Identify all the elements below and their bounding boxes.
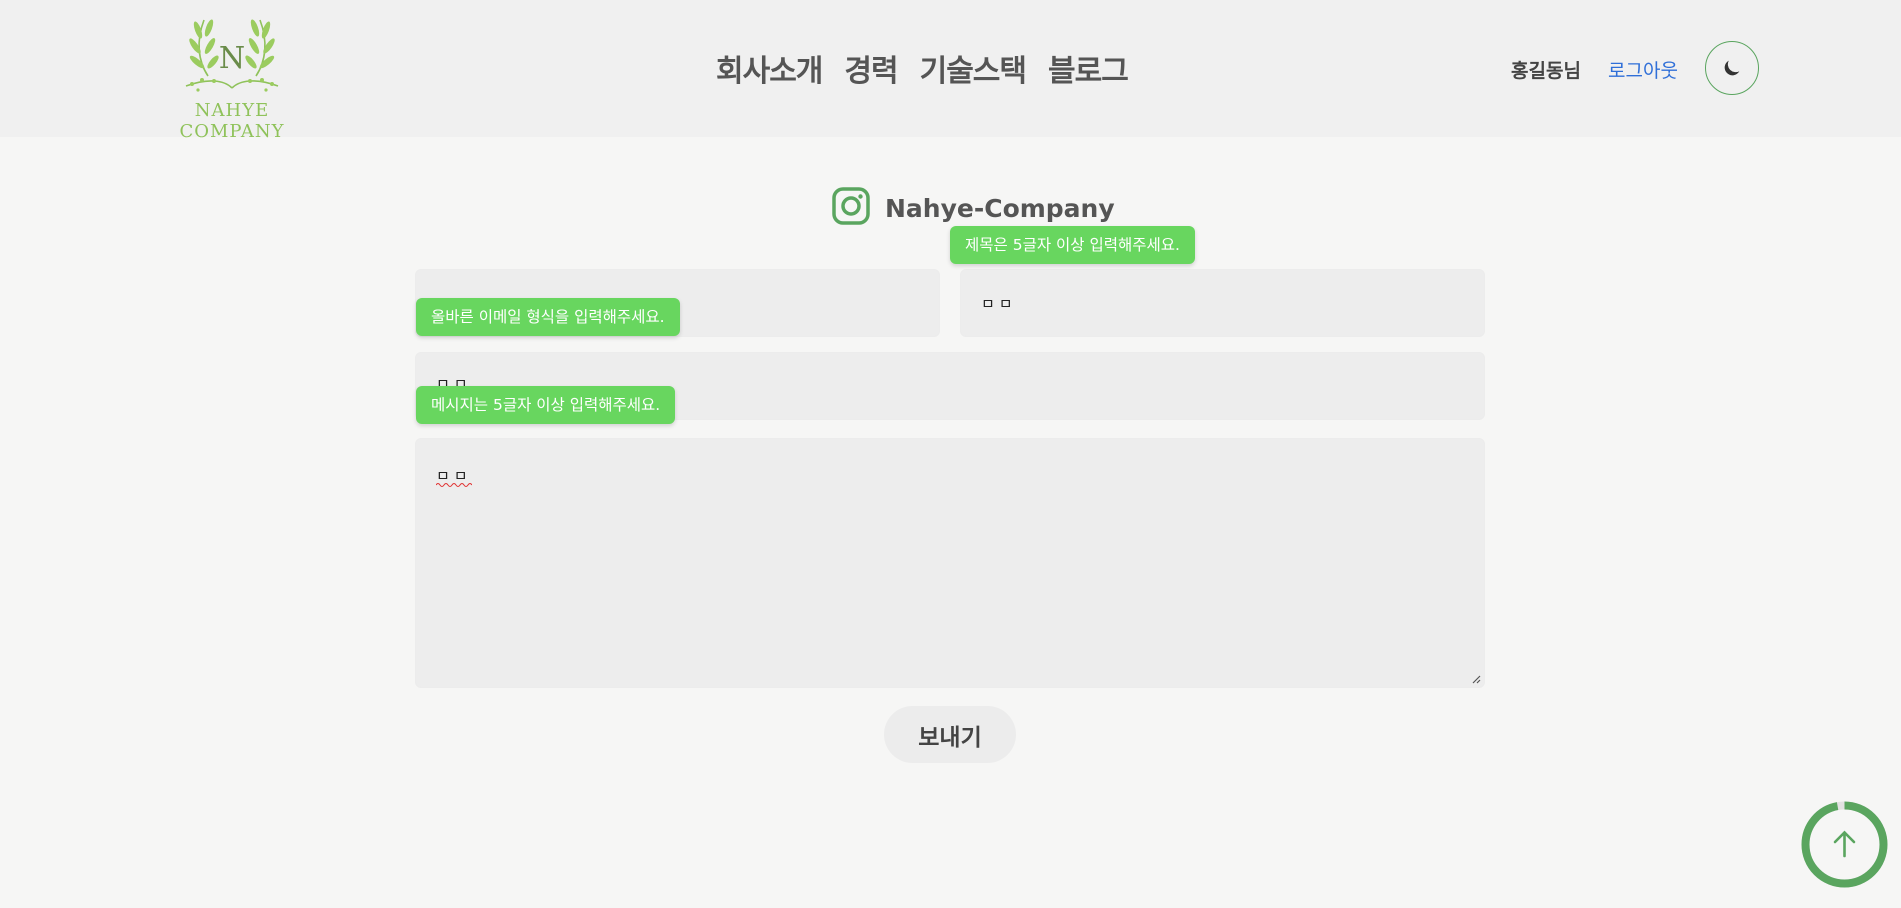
laurel-logo-icon: N xyxy=(185,19,279,92)
send-button[interactable]: 보내기 xyxy=(884,706,1016,763)
email-validation-tooltip: 올바른 이메일 형식을 입력해주세요. xyxy=(416,298,680,336)
instagram-link[interactable]: Nahye-Company xyxy=(831,186,1115,226)
nav-item-career[interactable]: 경력 xyxy=(844,46,898,90)
logo-letter: N xyxy=(219,41,245,76)
title-validation-tooltip: 제목은 5글자 이상 입력해주세요. xyxy=(950,226,1195,264)
moon-icon xyxy=(1724,60,1740,76)
logout-link[interactable]: 로그아웃 xyxy=(1608,56,1678,83)
instagram-handle: Nahye-Company xyxy=(885,193,1115,223)
resize-handle-icon[interactable] xyxy=(1471,674,1481,684)
nav-item-about[interactable]: 회사소개 xyxy=(716,46,823,90)
theme-toggle-button[interactable] xyxy=(1705,41,1759,95)
spellcheck-underline xyxy=(436,483,472,487)
title-value: ㅁㅁ xyxy=(981,295,1017,313)
scroll-to-top-button[interactable] xyxy=(1800,800,1889,889)
site-header: N NAHYE COMPANY 회사소개 경력 기술스택 블로그 홍길동님 로그… xyxy=(0,0,1901,142)
nav-item-tech-stack[interactable]: 기술스택 xyxy=(920,46,1027,90)
message-validation-tooltip: 메시지는 5글자 이상 입력해주세요. xyxy=(416,386,676,424)
company-logo[interactable]: N NAHYE COMPANY xyxy=(140,16,324,142)
message-field[interactable]: ㅁㅁ xyxy=(415,438,1485,688)
main-nav: 회사소개 경력 기술스택 블로그 xyxy=(716,46,1150,90)
title-field[interactable]: ㅁㅁ xyxy=(960,269,1485,337)
nav-item-blog[interactable]: 블로그 xyxy=(1048,46,1129,90)
company-name: NAHYE COMPANY xyxy=(179,100,285,142)
instagram-icon xyxy=(832,187,870,225)
user-name: 홍길동님 xyxy=(1511,60,1581,82)
